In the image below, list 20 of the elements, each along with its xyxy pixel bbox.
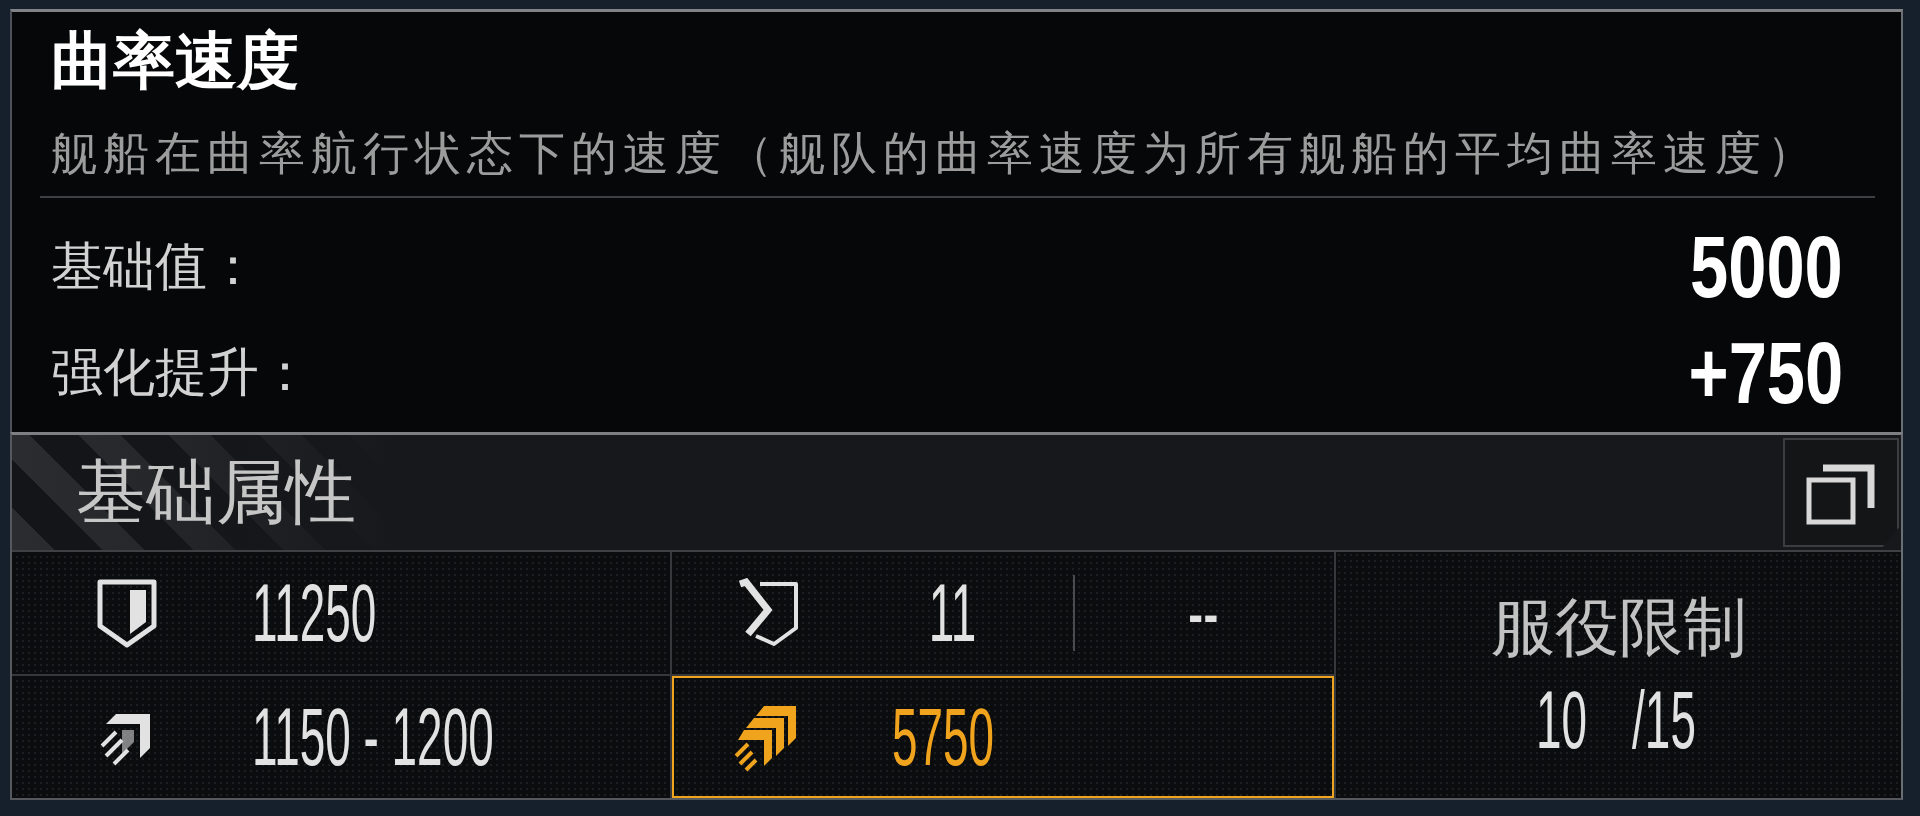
service-limit-label: 服役限制 <box>1490 588 1747 666</box>
copy-button[interactable] <box>1783 438 1899 547</box>
stat-value: 5750 <box>892 696 995 778</box>
stat-cell[interactable]: 11250 <box>12 552 670 674</box>
tooltip-description: 舰船在曲率航行状态下的速度（舰队的曲率速度为所有舰船的平均曲率速度） <box>50 125 1819 181</box>
stat-label: 强化提升： <box>51 341 311 404</box>
panel-title: 基础属性 <box>76 454 356 531</box>
stat-label: 基础值： <box>51 235 259 298</box>
stat-cell[interactable]: 5750 <box>672 676 1334 798</box>
service-count: 10 <box>1535 679 1588 762</box>
stat-value: 5000 <box>1690 223 1843 311</box>
stat-cell[interactable]: 11 -- <box>672 552 1334 674</box>
service-max: /15 <box>1632 679 1697 762</box>
stat-value: 1150 - 1200 <box>252 696 494 778</box>
stat-value: +750 <box>1688 329 1843 417</box>
stat-value: -- <box>1188 572 1219 654</box>
stat-value: 11 <box>929 572 977 654</box>
tooltip-title: 曲率速度 <box>50 24 299 98</box>
stat-cell[interactable]: 1150 - 1200 <box>12 676 670 798</box>
stat-value: 11250 <box>252 572 377 654</box>
